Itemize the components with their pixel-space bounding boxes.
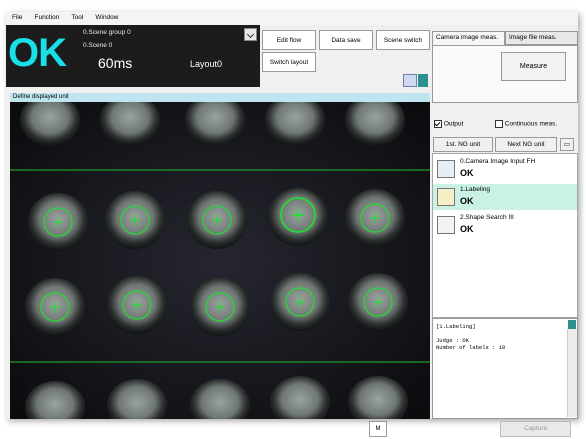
- measure-button[interactable]: Measure: [501, 52, 566, 81]
- scene-label: 0.Scene 0: [83, 42, 113, 49]
- output-checkbox[interactable]: [434, 120, 442, 128]
- labeling-icon: [437, 188, 455, 206]
- unit-name: 2.Shape Search III: [460, 214, 514, 221]
- camera-icon: [437, 160, 455, 178]
- detail-text: [1.Labeling] Judge : OK Number of labels…: [433, 319, 577, 355]
- viewer-title: Define displayed unit: [10, 93, 430, 102]
- data-save-button[interactable]: Data save: [319, 30, 373, 50]
- first-ng-unit-button[interactable]: 1st. NG unit: [433, 137, 493, 152]
- detail-judge: Judge : OK: [436, 337, 470, 344]
- tab-image-file-meas[interactable]: Image file meas.: [505, 31, 578, 45]
- flow-unit-list: 0.Camera Image Input FH OK 1.Labeling OK…: [432, 153, 578, 318]
- m-button[interactable]: M: [369, 421, 387, 437]
- scene-switch-button[interactable]: Scene switch: [376, 30, 430, 50]
- application-window: File Function Tool Window OK 0.Scene group …: [6, 12, 578, 419]
- window-toggle-icon[interactable]: ▭: [560, 138, 574, 151]
- measure-panel: Measure: [432, 45, 578, 103]
- capture-button[interactable]: Capture: [500, 421, 571, 437]
- panel-toggle-icon[interactable]: [418, 74, 428, 87]
- output-label: Output: [443, 120, 464, 128]
- continuous-meas-checkbox[interactable]: [494, 120, 503, 128]
- processing-time: 60ms: [98, 55, 133, 71]
- unit-result: OK: [460, 168, 474, 178]
- menu-bar: File Function Tool Window: [6, 12, 578, 25]
- panel-toggle-icon[interactable]: [568, 320, 576, 329]
- next-ng-unit-button[interactable]: Next NG unit: [495, 137, 557, 152]
- status-panel: OK 0.Scene group 0 0.Scene 0 60ms Layout…: [6, 25, 260, 87]
- unit-name: 1.Labeling: [460, 186, 490, 193]
- menu-window[interactable]: Window: [89, 12, 124, 21]
- menu-function[interactable]: Function: [28, 12, 65, 21]
- unit-result: OK: [460, 224, 474, 234]
- scene-group-label: 0.Scene group 0: [83, 29, 131, 36]
- ng-navigation: 1st. NG unit Next NG unit ▭: [432, 137, 578, 153]
- unit-name: 0.Camera Image Input FH: [460, 158, 536, 165]
- edit-flow-button[interactable]: Edit flow: [262, 30, 316, 50]
- image-viewer[interactable]: [10, 102, 430, 419]
- detail-label-count: Number of labels : 10: [436, 344, 506, 351]
- detail-result-panel: [1.Labeling] Judge : OK Number of labels…: [432, 318, 578, 419]
- person-icon[interactable]: [403, 74, 417, 87]
- menu-tool[interactable]: Tool: [65, 12, 89, 21]
- flow-unit-labeling[interactable]: 1.Labeling OK: [433, 184, 577, 210]
- unit-result: OK: [460, 196, 474, 206]
- menu-file[interactable]: File: [6, 12, 28, 21]
- overall-judgement: OK: [8, 31, 67, 75]
- switch-layout-button[interactable]: Switch layout: [262, 52, 316, 72]
- camera-image: [10, 102, 430, 419]
- detail-heading: [1.Labeling]: [436, 323, 476, 330]
- flow-unit-shape-search[interactable]: 2.Shape Search III OK: [433, 212, 577, 238]
- shape-search-icon: [437, 216, 455, 234]
- download-icon[interactable]: [244, 28, 257, 41]
- continuous-meas-label: Continuous meas.: [504, 120, 558, 128]
- measure-options: Output Continuous meas.: [434, 120, 578, 130]
- layout-label: Layout0: [190, 59, 223, 69]
- tab-camera-image-meas[interactable]: Camera image meas.: [432, 31, 505, 45]
- flow-unit-camera-input[interactable]: 0.Camera Image Input FH OK: [433, 156, 577, 182]
- scrollbar[interactable]: [567, 329, 577, 417]
- measure-tabs: Camera image meas. Image file meas.: [432, 31, 578, 45]
